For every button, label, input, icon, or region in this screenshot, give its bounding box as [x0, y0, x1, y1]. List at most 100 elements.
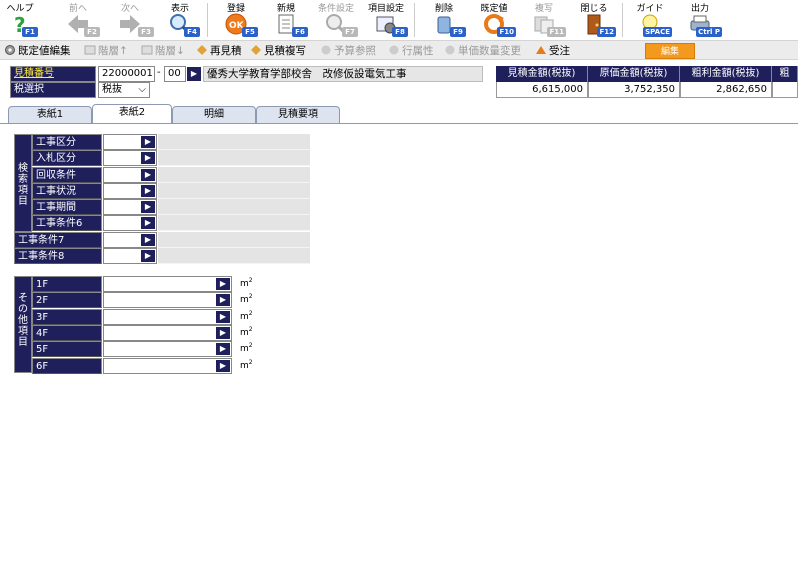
- prev-button[interactable]: 前へ F2: [56, 0, 100, 40]
- level-down-button[interactable]: 階層↓: [141, 43, 185, 59]
- tax-select[interactable]: 税抜 ⌵: [98, 82, 150, 98]
- floor-area-input[interactable]: ▶: [103, 357, 232, 374]
- lookup-arrow-icon[interactable]: ▶: [216, 326, 230, 339]
- level-icon: [141, 45, 153, 55]
- lookup-arrow-icon[interactable]: ▶: [141, 249, 155, 262]
- guide-button[interactable]: ガイド SPACE: [628, 0, 672, 40]
- floor-area-input[interactable]: ▶: [103, 276, 232, 292]
- search-label-char: 目: [18, 196, 28, 207]
- gear-icon: [5, 45, 15, 55]
- default-edit-button[interactable]: 既定値編集: [4, 43, 71, 59]
- edit-button[interactable]: 編集: [645, 43, 695, 59]
- search-field-display: [158, 247, 310, 264]
- search-label-char: 索: [18, 174, 28, 185]
- area-unit-exponent: 2: [248, 325, 253, 333]
- level-up-button[interactable]: 階層↑: [84, 43, 128, 59]
- search-section-label: 検 索 項 目: [14, 134, 32, 232]
- default-button[interactable]: 既定値 F10: [472, 0, 516, 40]
- lookup-arrow-icon[interactable]: ▶: [141, 217, 155, 230]
- search-field-display: [158, 134, 310, 150]
- search-field-label: 回収条件: [32, 166, 102, 183]
- floor-label: 6F: [32, 357, 102, 374]
- floor-area-input[interactable]: ▶: [103, 341, 232, 358]
- search-field-input[interactable]: ▶: [103, 215, 157, 232]
- lookup-arrow-icon[interactable]: ▶: [141, 233, 155, 246]
- search-field-input[interactable]: ▶: [103, 150, 157, 167]
- tab-cover1[interactable]: 表紙1: [8, 106, 92, 123]
- summary-header: 粗: [772, 66, 798, 82]
- space-key: SPACE: [643, 27, 672, 37]
- unit-qty-button[interactable]: 単価数量変更: [444, 43, 521, 59]
- search-field-input[interactable]: ▶: [103, 199, 157, 215]
- search-field-input[interactable]: ▶: [103, 182, 157, 199]
- lookup-arrow-icon[interactable]: ▶: [216, 294, 230, 307]
- copy-button[interactable]: 複写 F11: [522, 0, 566, 40]
- lookup-arrow-icon[interactable]: ▶: [141, 168, 155, 181]
- next-button[interactable]: 次へ F3: [106, 0, 154, 40]
- estimate-no-input[interactable]: 22000001: [98, 66, 155, 82]
- toolbar-separator: [622, 3, 623, 37]
- area-unit: m2: [240, 277, 253, 289]
- budget-ref-label: 予算参照: [334, 45, 376, 57]
- new-button[interactable]: 新規 F6: [264, 0, 308, 40]
- f2-key: F2: [84, 27, 100, 37]
- toolbar: ヘルプ ? F1 前へ F2 次へ F3 表示 F4 登録 OK F5 新規 F…: [0, 0, 798, 40]
- search-field-display: [158, 215, 310, 232]
- floor-area-input[interactable]: ▶: [103, 292, 232, 309]
- chevron-down-icon: ⌵: [138, 84, 146, 95]
- area-unit-base: m: [240, 279, 249, 289]
- search-field-input[interactable]: ▶: [103, 134, 157, 150]
- other-label-char: 目: [18, 337, 28, 348]
- area-unit: m2: [240, 359, 253, 371]
- search-label-char: 検: [18, 163, 28, 174]
- row-attr-button[interactable]: 行属性: [388, 43, 434, 59]
- condition-button[interactable]: 条件設定 F7: [314, 0, 358, 40]
- search-field-input[interactable]: ▶: [103, 247, 157, 264]
- search-field-input[interactable]: ▶: [103, 166, 157, 183]
- lookup-arrow-icon[interactable]: ▶: [216, 278, 230, 290]
- search-field-label: 工事状況: [32, 182, 102, 199]
- lookup-arrow-icon[interactable]: ▶: [141, 152, 155, 165]
- search-field-display: [158, 231, 310, 248]
- delete-button[interactable]: 削除 F9: [422, 0, 466, 40]
- f12-key: F12: [597, 27, 616, 37]
- area-unit-base: m: [240, 311, 249, 322]
- lookup-arrow-icon[interactable]: ▶: [216, 343, 230, 356]
- order-button[interactable]: 受注: [535, 43, 570, 59]
- branch-arrow-icon[interactable]: ▶: [187, 67, 201, 81]
- toolbar-separator: [207, 3, 208, 37]
- search-field-label: 工事期間: [32, 199, 102, 215]
- budget-ref-button[interactable]: 予算参照: [320, 43, 376, 59]
- reestimate-button[interactable]: 再見積: [196, 43, 242, 59]
- lookup-arrow-icon[interactable]: ▶: [141, 184, 155, 197]
- profit-amount: 2,862,650: [680, 82, 772, 98]
- tab-details[interactable]: 明細: [172, 106, 256, 123]
- register-button[interactable]: 登録 OK F5: [214, 0, 258, 40]
- lookup-arrow-icon[interactable]: ▶: [141, 136, 155, 148]
- summary-header: 原価金額(税抜): [588, 66, 680, 82]
- tab-requirements[interactable]: 見積要項: [256, 106, 340, 123]
- floor-area-input[interactable]: ▶: [103, 324, 232, 341]
- search-field-input[interactable]: ▶: [103, 231, 157, 248]
- estimate-copy-button[interactable]: 見積複写: [250, 43, 306, 59]
- help-button[interactable]: ヘルプ ? F1: [2, 0, 38, 40]
- lookup-arrow-icon[interactable]: ▶: [216, 310, 230, 323]
- floor-label: 4F: [32, 324, 102, 341]
- show-button[interactable]: 表示 F4: [160, 0, 200, 40]
- level-down-label: 階層↓: [155, 45, 185, 57]
- output-button[interactable]: 出力 Ctrl P: [678, 0, 722, 40]
- area-unit-base: m: [240, 295, 249, 306]
- search-field-label: 工事条件6: [32, 215, 102, 232]
- tab-cover2[interactable]: 表紙2: [92, 104, 172, 124]
- close-button[interactable]: 閉じる F12: [572, 0, 616, 40]
- gear-icon: [389, 45, 399, 55]
- estimate-icon: [251, 45, 261, 55]
- floor-area-input[interactable]: ▶: [103, 308, 232, 325]
- branch-input[interactable]: 00: [164, 66, 186, 82]
- lookup-arrow-icon[interactable]: ▶: [216, 359, 230, 372]
- area-unit-exponent: 2: [248, 277, 253, 284]
- itemset-button[interactable]: 項目設定 F8: [364, 0, 408, 40]
- lookup-arrow-icon[interactable]: ▶: [141, 201, 155, 213]
- search-field-display: [158, 166, 310, 183]
- cost-amount: 3,752,350: [588, 82, 680, 98]
